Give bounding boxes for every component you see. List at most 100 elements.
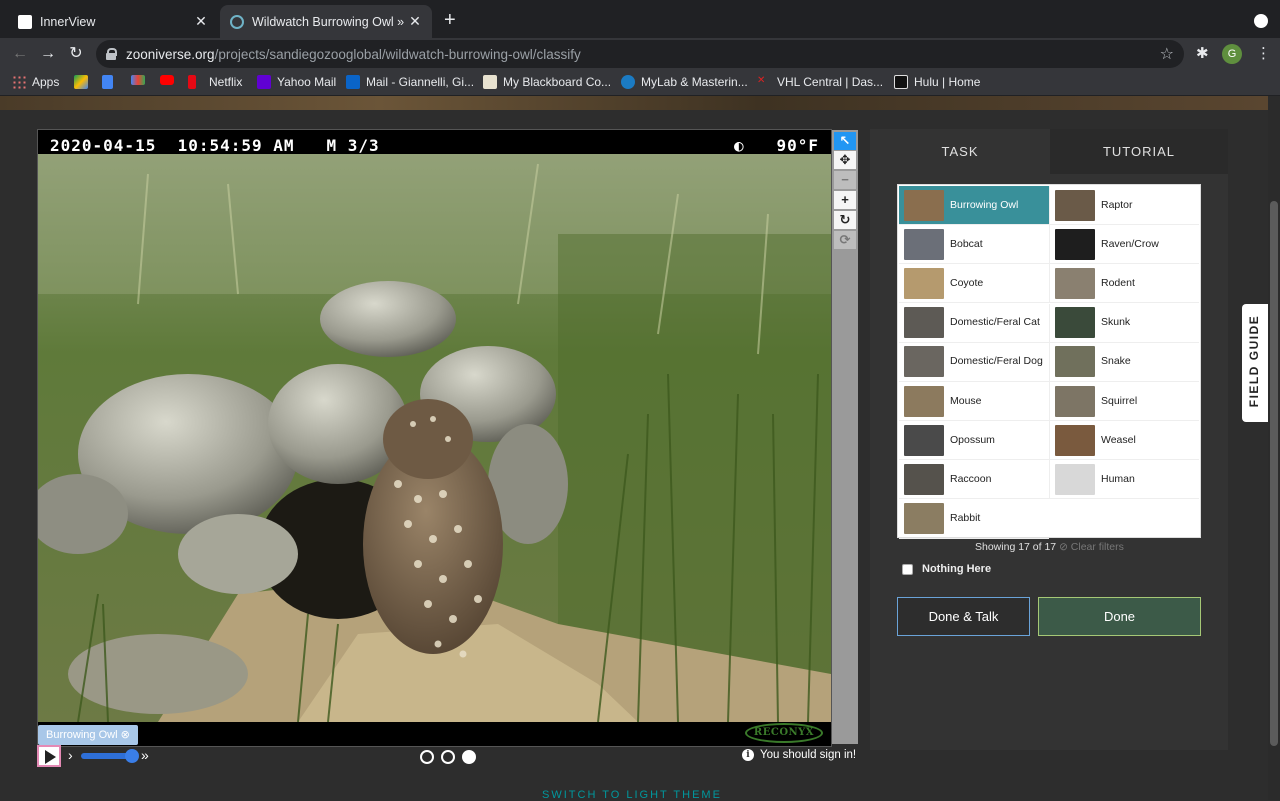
species-choice[interactable]: Squirrel: [1049, 382, 1199, 421]
address-bar[interactable]: zooniverse.org/projects/sandiegozoogloba…: [96, 40, 1184, 68]
species-choice[interactable]: Bobcat: [899, 225, 1049, 265]
species-choice[interactable]: Coyote: [899, 264, 1049, 304]
bookmark-outlook-mail[interactable]: Mail - Giannelli, Gi...: [346, 75, 474, 89]
close-tab-icon[interactable]: ✕: [408, 13, 422, 30]
species-label: Skunk: [1101, 316, 1131, 329]
remove-tag-icon[interactable]: ⊗: [121, 729, 130, 741]
species-choice[interactable]: Domestic/Feral Dog: [899, 343, 1049, 382]
fast-forward-icon[interactable]: »: [141, 747, 149, 763]
tab-search-icon[interactable]: [1254, 14, 1268, 28]
bookmark-blackboard[interactable]: My Blackboard Co...: [483, 75, 611, 89]
bookmark-yahoo-mail[interactable]: Yahoo Mail: [257, 75, 336, 89]
species-choice[interactable]: Raptor: [1049, 186, 1199, 225]
bookmark-drive[interactable]: [74, 75, 94, 89]
species-choice[interactable]: Weasel: [1049, 421, 1199, 461]
species-choice[interactable]: Rabbit: [899, 500, 1049, 539]
species-choice[interactable]: Skunk: [1049, 303, 1199, 343]
move-tool-icon[interactable]: ✥: [834, 151, 856, 169]
bookmark-gmail[interactable]: [131, 75, 151, 85]
extensions-icon[interactable]: ✱: [1196, 44, 1209, 62]
species-choice[interactable]: Opossum: [899, 421, 1049, 461]
nothing-here-checkbox[interactable]: [902, 563, 913, 575]
zoom-in-icon[interactable]: +: [834, 191, 856, 209]
owl-burrow-scene: [38, 154, 831, 722]
bookmark-apps[interactable]: Apps: [12, 75, 59, 89]
species-thumbnail: [1055, 385, 1095, 417]
close-tab-icon[interactable]: ✕: [194, 13, 208, 30]
vhl-icon: ✕: [757, 75, 766, 86]
profile-avatar[interactable]: G: [1222, 44, 1242, 64]
species-thumbnail: [1055, 307, 1095, 339]
species-choice[interactable]: Rodent: [1049, 264, 1199, 304]
species-label: Coyote: [950, 276, 984, 289]
subject-viewer: 2020-04-15 10:54:59 AM M 3/3 ◐ 90°F RECO…: [37, 129, 832, 747]
tab-tutorial[interactable]: TUTORIAL: [1050, 129, 1228, 174]
clear-filters-link[interactable]: ⊘ Clear filters: [1059, 541, 1124, 553]
species-thumbnail: [904, 385, 944, 417]
frame-dot-3[interactable]: [462, 750, 476, 764]
field-guide-label: FIELD GUIDE: [1247, 314, 1261, 408]
trail-camera-photo[interactable]: [38, 154, 831, 722]
browser-toolbar: ← → ↻ zooniverse.org/projects/sandiegozo…: [0, 38, 1280, 70]
species-choice[interactable]: Human: [1049, 460, 1199, 500]
reset-view-icon[interactable]: ⟳: [834, 231, 856, 249]
reconyx-logo: RECONYX: [745, 723, 823, 743]
sign-in-notice[interactable]: i You should sign in!: [742, 749, 856, 761]
species-thumbnail: [904, 424, 944, 456]
page-scrollbar[interactable]: [1268, 96, 1280, 800]
nothing-here-option[interactable]: Nothing Here: [902, 563, 991, 575]
browser-tab-wildwatch[interactable]: Wildwatch Burrowing Owl » Cl ✕: [220, 5, 432, 38]
field-guide-tab[interactable]: FIELD GUIDE: [1242, 304, 1268, 422]
browser-tab-innerview[interactable]: InnerView ✕: [8, 5, 218, 38]
rotate-icon[interactable]: ↻: [834, 211, 856, 229]
back-icon[interactable]: ←: [10, 44, 30, 64]
project-banner: [0, 96, 1268, 110]
bookmark-hulu[interactable]: Hulu | Home: [894, 75, 980, 89]
frame-dot-2[interactable]: [441, 750, 455, 764]
bookmark-label: Apps: [32, 75, 60, 89]
species-thumbnail: [1055, 346, 1095, 378]
bookmark-youtube[interactable]: [160, 75, 180, 85]
species-label: Domestic/Feral Cat: [950, 316, 1040, 329]
switch-theme-link[interactable]: SWITCH TO LIGHT THEME: [542, 789, 722, 801]
scrollbar-thumb[interactable]: [1270, 201, 1278, 746]
species-choice[interactable]: Mouse: [899, 382, 1049, 421]
species-choice[interactable]: Burrowing Owl: [899, 186, 1049, 225]
bookmark-label: Yahoo Mail: [277, 75, 337, 89]
slider-handle[interactable]: [125, 749, 139, 763]
camera-timestamp: 2020-04-15 10:54:59 AM M 3/3: [50, 136, 380, 155]
play-icon[interactable]: [37, 745, 61, 767]
forward-icon[interactable]: →: [38, 44, 58, 64]
pointer-tool-icon[interactable]: ↖: [834, 132, 856, 150]
classification-tag[interactable]: Burrowing Owl ⊗: [38, 725, 138, 745]
bookmark-mylab[interactable]: MyLab & Masterin...: [621, 75, 748, 89]
url-host: zooniverse.org: [126, 46, 215, 62]
reload-icon[interactable]: ↻: [66, 44, 86, 64]
done-and-talk-button[interactable]: Done & Talk: [897, 597, 1030, 636]
species-choice[interactable]: Snake: [1049, 342, 1199, 382]
zoom-out-icon[interactable]: −: [834, 171, 856, 189]
tab-title: Wildwatch Burrowing Owl » Cl: [252, 14, 408, 29]
tab-title: InnerView: [40, 14, 96, 29]
species-choice[interactable]: Domestic/Feral Cat: [899, 304, 1049, 343]
task-tabs: TASK TUTORIAL: [870, 129, 1228, 174]
browser-menu-icon[interactable]: ⋮: [1256, 44, 1271, 62]
bookmark-label: MyLab & Masterin...: [641, 75, 748, 89]
step-forward-icon[interactable]: ›: [68, 747, 73, 763]
species-thumbnail: [904, 189, 944, 221]
bookmark-vhl[interactable]: ✕ VHL Central | Das...: [757, 75, 883, 89]
species-choice[interactable]: Raccoon: [899, 460, 1049, 500]
hulu-icon: [894, 75, 908, 89]
pearson-icon: [621, 75, 635, 89]
bookmark-star-icon[interactable]: ☆: [1160, 44, 1174, 64]
bookmark-docs[interactable]: [102, 75, 119, 89]
new-tab-icon[interactable]: +: [444, 10, 456, 30]
done-button[interactable]: Done: [1038, 597, 1201, 636]
tab-task[interactable]: TASK: [870, 129, 1050, 174]
frame-dot-1[interactable]: [420, 750, 434, 764]
bookmark-netflix[interactable]: Netflix: [188, 75, 242, 89]
species-choice[interactable]: Raven/Crow: [1049, 225, 1199, 265]
species-label: Rabbit: [950, 512, 981, 525]
sign-in-text: You should sign in!: [760, 749, 857, 761]
species-thumbnail: [904, 503, 944, 535]
